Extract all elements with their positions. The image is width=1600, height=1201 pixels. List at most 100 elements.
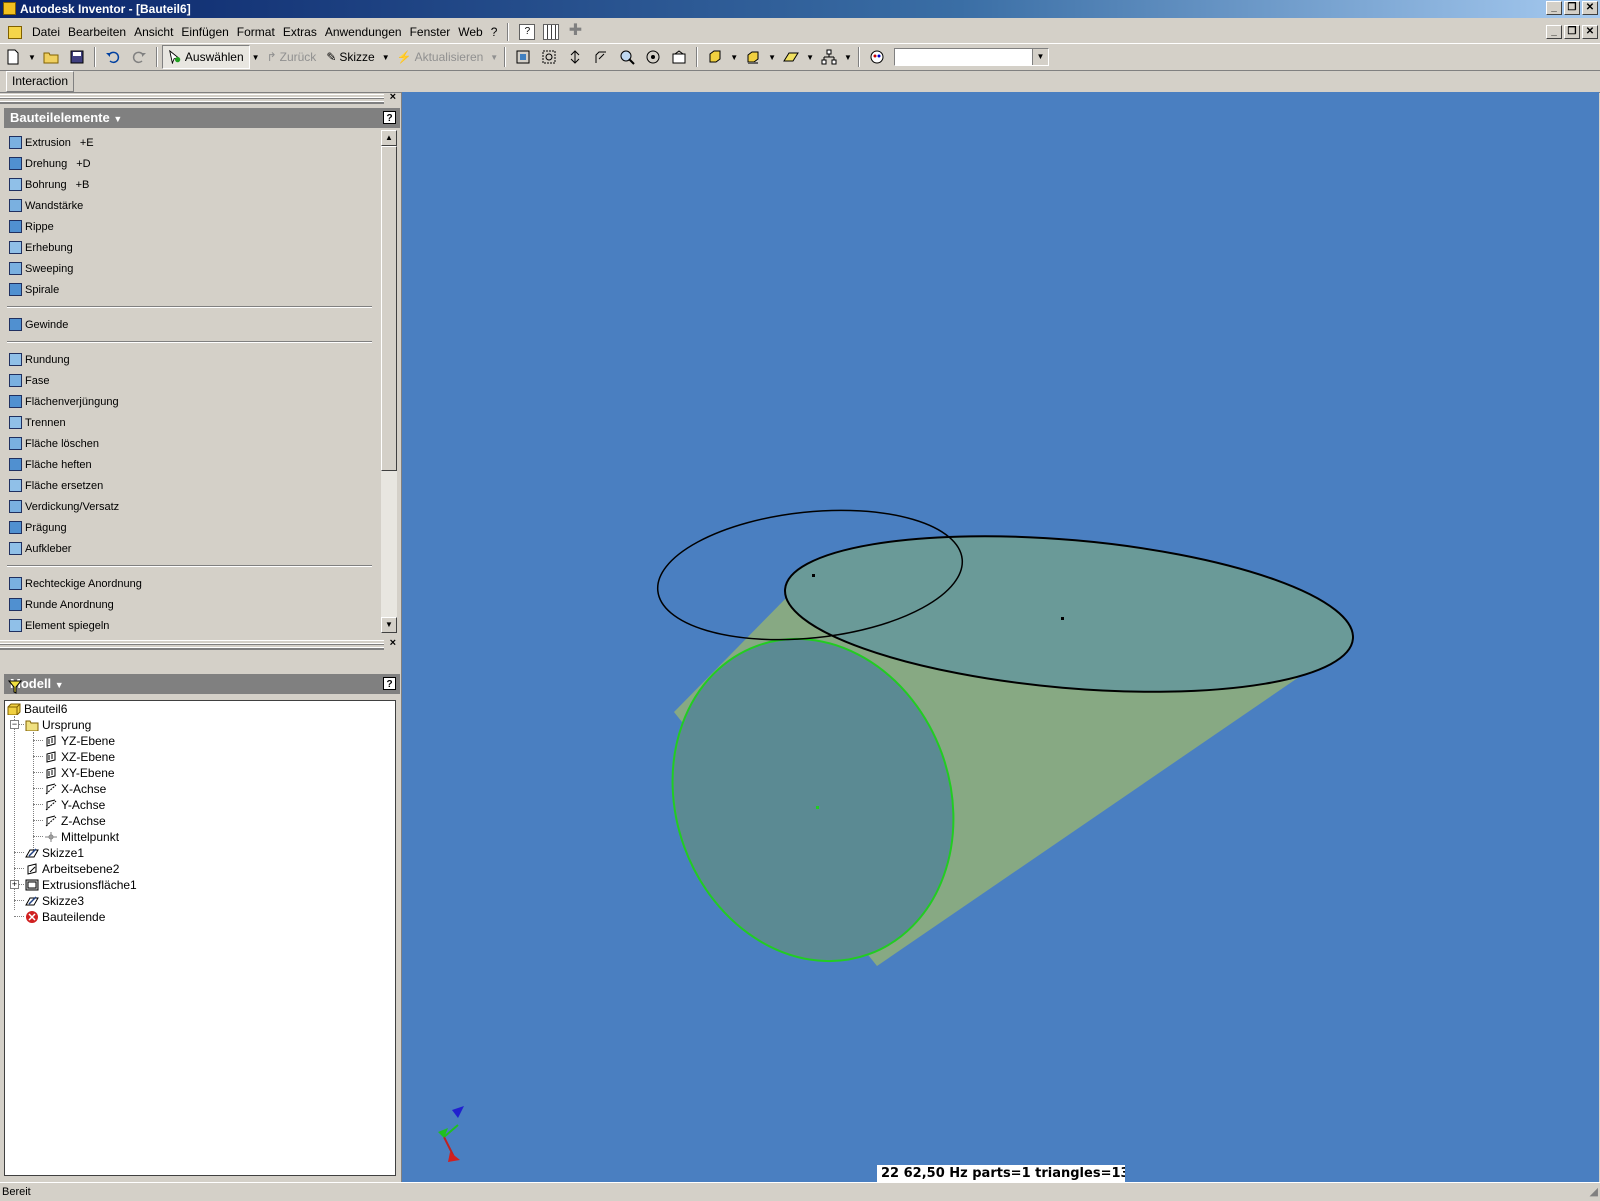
- scroll-up-icon[interactable]: ▲: [381, 130, 397, 146]
- undo-icon[interactable]: [105, 49, 121, 65]
- back-button[interactable]: ↱ Zurück: [262, 46, 322, 68]
- feature-item[interactable]: Rundung: [4, 349, 380, 370]
- scroll-thumb[interactable]: [381, 146, 397, 471]
- feature-item[interactable]: Rippe: [4, 216, 380, 237]
- redo-icon[interactable]: [131, 49, 147, 65]
- tree-node-center-point[interactable]: Mittelpunkt: [44, 829, 119, 845]
- feature-item[interactable]: Bohrung +B: [4, 174, 380, 195]
- grid-icon[interactable]: [543, 24, 560, 40]
- feature-item[interactable]: Erhebung: [4, 237, 380, 258]
- shadow-icon[interactable]: [745, 49, 761, 65]
- filter-icon[interactable]: [8, 680, 22, 694]
- menu-extras[interactable]: Extras: [279, 21, 321, 43]
- shadow-dropdown-icon[interactable]: ▼: [768, 53, 776, 62]
- new-dropdown-icon[interactable]: ▼: [28, 53, 36, 62]
- feature-item[interactable]: Drehung +D: [4, 153, 380, 174]
- sketch-dropdown-icon[interactable]: ▼: [382, 53, 390, 62]
- select-button[interactable]: Auswählen: [161, 45, 250, 69]
- top-center-point[interactable]: [1061, 617, 1064, 620]
- model-panel-grip[interactable]: ×: [0, 637, 400, 650]
- menu-help[interactable]: ?: [487, 21, 502, 43]
- save-icon[interactable]: [69, 49, 85, 65]
- feature-item[interactable]: Rechteckige Anordnung: [4, 573, 380, 594]
- feature-item[interactable]: Gewinde: [4, 314, 380, 335]
- tree-node-part[interactable]: Bauteil6: [7, 701, 67, 717]
- zoom-window-icon[interactable]: [541, 49, 557, 65]
- feature-item[interactable]: Runde Anordnung: [4, 594, 380, 615]
- feature-item[interactable]: Trennen: [4, 412, 380, 433]
- features-panel-close-icon[interactable]: ×: [390, 91, 396, 103]
- resize-grip-icon[interactable]: ◢: [1590, 1183, 1598, 1201]
- feature-item[interactable]: Verdickung/Versatz: [4, 496, 380, 517]
- tree-node-x-axis[interactable]: X-Achse: [44, 781, 106, 797]
- hierarchy-dropdown-icon[interactable]: ▼: [844, 53, 852, 62]
- close-button[interactable]: ✕: [1582, 1, 1598, 15]
- model-canvas[interactable]: [402, 92, 1599, 1182]
- graphics-viewport[interactable]: [401, 92, 1599, 1182]
- menu-datei[interactable]: Datei: [28, 21, 64, 43]
- doc-close-button[interactable]: ✕: [1582, 25, 1598, 39]
- pan-icon[interactable]: [593, 49, 609, 65]
- tree-node-origin[interactable]: Ursprung: [25, 717, 91, 733]
- menu-fenster[interactable]: Fenster: [406, 21, 455, 43]
- tree-node-sketch1[interactable]: Skizze1: [25, 845, 84, 861]
- feature-item[interactable]: Spirale: [4, 279, 380, 300]
- features-scrollbar[interactable]: ▲ ▼: [381, 130, 397, 633]
- doc-minimize-button[interactable]: _: [1546, 25, 1562, 39]
- minimize-button[interactable]: _: [1546, 1, 1562, 15]
- feature-item[interactable]: Extrusion +E: [4, 132, 380, 153]
- tree-node-z-axis[interactable]: Z-Achse: [44, 813, 106, 829]
- tree-node-extrusion-surface1[interactable]: Extrusionsfläche1: [25, 877, 137, 893]
- feature-item[interactable]: Fläche heften: [4, 454, 380, 475]
- title-bar[interactable]: Autodesk Inventor - [Bauteil6] _ ❐ ✕: [0, 0, 1600, 18]
- crosshair-icon[interactable]: ✚: [567, 23, 583, 40]
- scroll-down-icon[interactable]: ▼: [381, 617, 397, 633]
- update-button[interactable]: ⚡ Aktualisieren: [392, 46, 489, 68]
- help-topics-icon[interactable]: ?: [519, 24, 536, 40]
- feature-item[interactable]: Wandstärke: [4, 195, 380, 216]
- tree-node-end-of-part[interactable]: Bauteilende: [25, 909, 105, 925]
- document-icon[interactable]: [8, 25, 22, 39]
- feature-item[interactable]: Flächenverjüngung: [4, 391, 380, 412]
- menu-web[interactable]: Web: [454, 21, 486, 43]
- sketch-center-point[interactable]: [812, 574, 815, 577]
- plane-icon[interactable]: [783, 49, 799, 65]
- collapse-origin-toggle[interactable]: −: [10, 720, 19, 729]
- display-mode-dropdown-icon[interactable]: ▼: [730, 53, 738, 62]
- bottom-center-point[interactable]: [816, 806, 819, 809]
- open-folder-icon[interactable]: [43, 49, 59, 65]
- menu-ansicht[interactable]: Ansicht: [130, 21, 177, 43]
- tree-node-xz-plane[interactable]: XZ-Ebene: [44, 749, 115, 765]
- feature-item[interactable]: Prägung: [4, 517, 380, 538]
- tree-node-sketch3[interactable]: Skizze3: [25, 893, 84, 909]
- tab-interaction[interactable]: Interaction: [6, 71, 75, 92]
- select-dropdown-icon[interactable]: ▼: [252, 53, 260, 62]
- features-panel-grip[interactable]: ×: [0, 91, 400, 104]
- display-mode-icon[interactable]: [707, 49, 723, 65]
- tree-node-xy-plane[interactable]: XY-Ebene: [44, 765, 115, 781]
- feature-item[interactable]: Sweeping: [4, 258, 380, 279]
- help-icon[interactable]: ?: [383, 111, 396, 124]
- features-panel-header[interactable]: Bauteilelemente ▼ ?: [4, 108, 400, 128]
- doc-restore-button[interactable]: ❐: [1564, 25, 1580, 39]
- feature-item[interactable]: Element spiegeln: [4, 615, 380, 632]
- tree-node-work-plane2[interactable]: Arbeitsebene2: [25, 861, 119, 877]
- menu-einfuegen[interactable]: Einfügen: [177, 21, 232, 43]
- update-dropdown-icon[interactable]: ▼: [490, 53, 498, 62]
- color-style-combo[interactable]: ▼: [893, 48, 1049, 66]
- tree-node-yz-plane[interactable]: YZ-Ebene: [44, 733, 115, 749]
- model-panel-close-icon[interactable]: ×: [390, 637, 396, 649]
- zoom-all-icon[interactable]: [515, 49, 531, 65]
- rotate-icon[interactable]: [645, 49, 661, 65]
- zoom-icon[interactable]: [567, 49, 583, 65]
- sketch-button[interactable]: ✎ Skizze: [321, 46, 379, 68]
- zoom-selected-icon[interactable]: [619, 49, 635, 65]
- expand-extrusion-toggle[interactable]: +: [10, 880, 19, 889]
- plane-dropdown-icon[interactable]: ▼: [806, 53, 814, 62]
- hierarchy-icon[interactable]: [821, 49, 837, 65]
- feature-item[interactable]: Fase: [4, 370, 380, 391]
- feature-item[interactable]: Fläche ersetzen: [4, 475, 380, 496]
- restore-button[interactable]: ❐: [1564, 1, 1580, 15]
- feature-item[interactable]: Fläche löschen: [4, 433, 380, 454]
- tree-node-y-axis[interactable]: Y-Achse: [44, 797, 105, 813]
